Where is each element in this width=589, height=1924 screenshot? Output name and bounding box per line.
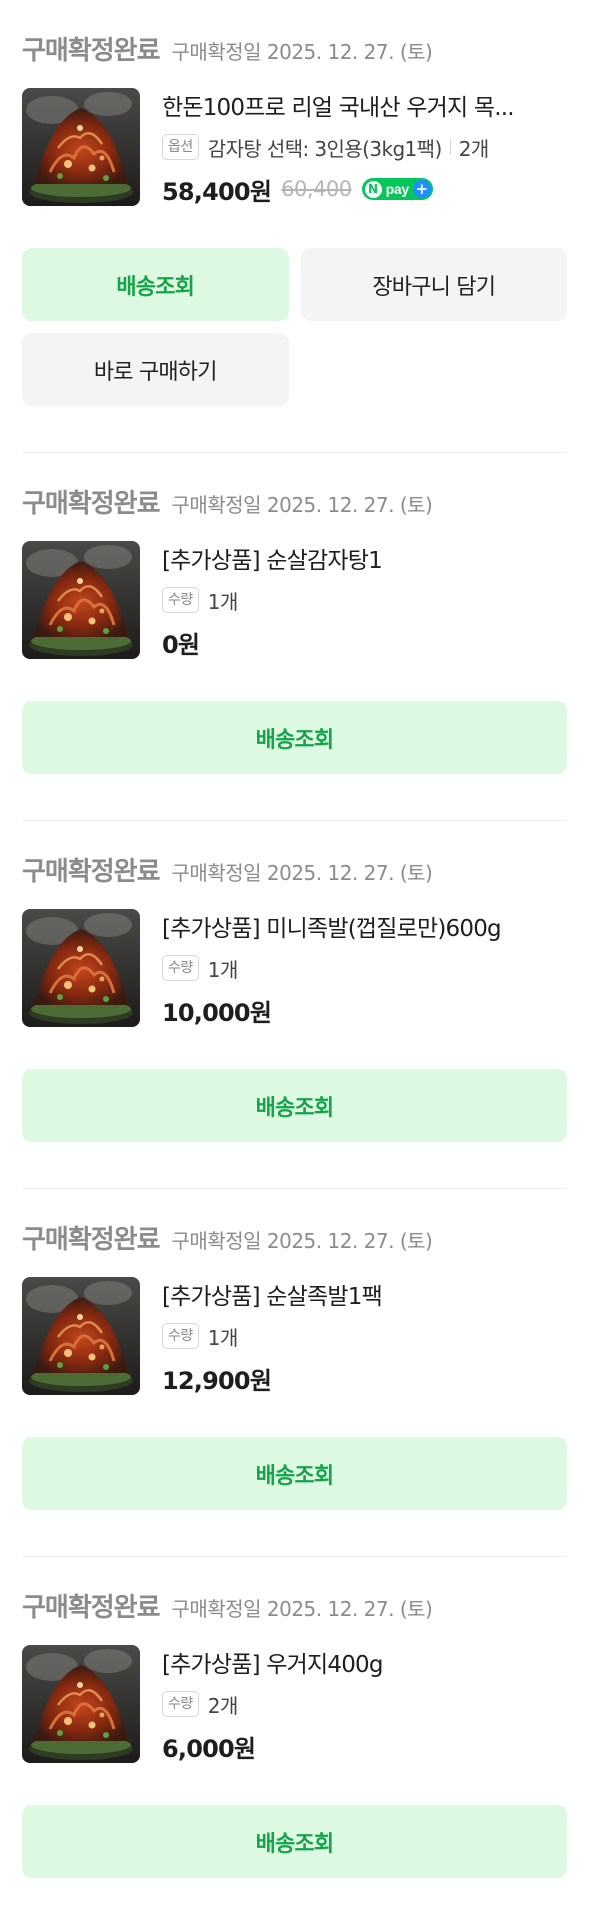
product-name[interactable]: [추가상품] 순살감자탕1 (162, 545, 567, 577)
product-name[interactable]: [추가상품] 미니족발(껍질로만)600g (162, 913, 567, 945)
product-row[interactable]: [추가상품] 순살감자탕1 수량 1개 0원 (22, 541, 567, 659)
quantity-tag: 수량 (162, 1323, 199, 1349)
food-thumbnail-image (22, 541, 140, 659)
track-delivery-button[interactable]: 배송조회 (22, 1437, 567, 1510)
product-info: [추가상품] 우거지400g 수량 2개 6,000원 (162, 1645, 567, 1763)
price: 12,900원 (162, 1366, 272, 1395)
order-actions: 배송조회 (22, 1069, 567, 1142)
price-row: 10,000원 (162, 993, 567, 1027)
order-actions: 배송조회 장바구니 담기 바로 구매하기 (22, 248, 567, 406)
product-quantity: 수량 1개 (162, 953, 567, 983)
price: 10,000원 (162, 998, 272, 1027)
product-quantity: 수량 2개 (162, 1689, 567, 1719)
order-status: 구매확정완료 (22, 857, 161, 887)
product-row[interactable]: [추가상품] 순살족발1팩 수량 1개 12,900원 (22, 1277, 567, 1395)
order-header: 구매확정완료 구매확정일 2025. 12. 27. (토) (22, 30, 567, 66)
order-item: 구매확정완료 구매확정일 2025. 12. 27. (토) [추가상품] 순살… (22, 1189, 567, 1557)
price-row: 12,900원 (162, 1361, 567, 1395)
order-item: 구매확정완료 구매확정일 2025. 12. 27. (토) [추가상품] 순살… (22, 453, 567, 821)
npay-plus-icon: + (412, 180, 431, 198)
product-quantity: 수량 1개 (162, 585, 567, 615)
product-info: [추가상품] 순살감자탕1 수량 1개 0원 (162, 541, 567, 659)
quantity: 1개 (207, 957, 239, 982)
order-header: 구매확정완료 구매확정일 2025. 12. 27. (토) (22, 1587, 567, 1623)
order-header: 구매확정완료 구매확정일 2025. 12. 27. (토) (22, 851, 567, 887)
product-info: 한돈100프로 리얼 국내산 우거지 목... 옵션 감자탕 선택: 3인용(3… (162, 88, 567, 206)
quantity: 1개 (207, 589, 239, 614)
confirm-date: 구매확정일 2025. 12. 27. (토) (171, 493, 433, 517)
npay-text: pay (385, 181, 410, 197)
quantity: 1개 (207, 1325, 239, 1350)
product-thumbnail[interactable] (22, 1277, 140, 1395)
product-thumbnail[interactable] (22, 909, 140, 1027)
price: 6,000원 (162, 1734, 256, 1763)
quantity-tag: 수량 (162, 587, 199, 613)
order-item: 구매확정완료 구매확정일 2025. 12. 27. (토) [추가상품] 우거… (22, 1557, 567, 1924)
product-quantity: 수량 1개 (162, 1321, 567, 1351)
add-to-cart-button[interactable]: 장바구니 담기 (300, 248, 567, 321)
order-header: 구매확정완료 구매확정일 2025. 12. 27. (토) (22, 1219, 567, 1255)
confirm-date: 구매확정일 2025. 12. 27. (토) (171, 861, 433, 885)
order-status: 구매확정완료 (22, 1225, 161, 1255)
price-row: 6,000원 (162, 1729, 567, 1763)
price: 58,400원 (162, 177, 272, 206)
product-option: 옵션 감자탕 선택: 3인용(3kg1팩) 2개 (162, 132, 567, 162)
product-row[interactable]: [추가상품] 우거지400g 수량 2개 6,000원 (22, 1645, 567, 1763)
confirm-date: 구매확정일 2025. 12. 27. (토) (171, 1229, 433, 1253)
buy-now-button[interactable]: 바로 구매하기 (22, 333, 289, 406)
order-status: 구매확정완료 (22, 36, 161, 66)
price-row: 0원 (162, 625, 567, 659)
price: 0원 (162, 630, 200, 659)
order-header: 구매확정완료 구매확정일 2025. 12. 27. (토) (22, 483, 567, 519)
order-actions: 배송조회 (22, 1437, 567, 1510)
order-actions: 배송조회 (22, 1805, 567, 1878)
order-list: 구매확정완료 구매확정일 2025. 12. 27. (토) 한돈100프로 리… (0, 0, 589, 1924)
price-row: 58,400원 60,400 N pay + (162, 172, 567, 206)
food-thumbnail-image (22, 1645, 140, 1763)
order-status: 구매확정완료 (22, 1593, 161, 1623)
product-info: [추가상품] 미니족발(껍질로만)600g 수량 1개 10,000원 (162, 909, 567, 1027)
option-tag: 옵션 (162, 134, 199, 160)
product-name[interactable]: [추가상품] 우거지400g (162, 1649, 567, 1681)
product-thumbnail[interactable] (22, 88, 140, 206)
product-name[interactable]: 한돈100프로 리얼 국내산 우거지 목... (162, 92, 567, 124)
product-name[interactable]: [추가상품] 순살족발1팩 (162, 1281, 567, 1313)
product-row[interactable]: [추가상품] 미니족발(껍질로만)600g 수량 1개 10,000원 (22, 909, 567, 1027)
track-delivery-button[interactable]: 배송조회 (22, 248, 289, 321)
confirm-date: 구매확정일 2025. 12. 27. (토) (171, 40, 433, 64)
order-item: 구매확정완료 구매확정일 2025. 12. 27. (토) 한돈100프로 리… (22, 0, 567, 453)
track-delivery-button[interactable]: 배송조회 (22, 701, 567, 774)
quantity-tag: 수량 (162, 955, 199, 981)
npay-n-icon: N (364, 180, 382, 198)
track-delivery-button[interactable]: 배송조회 (22, 1805, 567, 1878)
order-item: 구매확정완료 구매확정일 2025. 12. 27. (토) [추가상품] 미니… (22, 821, 567, 1189)
order-status: 구매확정완료 (22, 489, 161, 519)
product-thumbnail[interactable] (22, 1645, 140, 1763)
track-delivery-button[interactable]: 배송조회 (22, 1069, 567, 1142)
food-thumbnail-image (22, 1277, 140, 1395)
quantity-tag: 수량 (162, 1691, 199, 1717)
quantity: 2개 (458, 136, 490, 161)
product-thumbnail[interactable] (22, 541, 140, 659)
original-price: 60,400 (281, 177, 352, 201)
divider (449, 139, 451, 155)
confirm-date: 구매확정일 2025. 12. 27. (토) (171, 1597, 433, 1621)
quantity: 2개 (207, 1693, 239, 1718)
food-thumbnail-image (22, 909, 140, 1027)
product-row[interactable]: 한돈100프로 리얼 국내산 우거지 목... 옵션 감자탕 선택: 3인용(3… (22, 88, 567, 206)
npay-badge: N pay + (361, 178, 433, 200)
product-info: [추가상품] 순살족발1팩 수량 1개 12,900원 (162, 1277, 567, 1395)
order-actions: 배송조회 (22, 701, 567, 774)
option-text: 감자탕 선택: 3인용(3kg1팩) (207, 136, 443, 161)
food-thumbnail-image (22, 88, 140, 206)
